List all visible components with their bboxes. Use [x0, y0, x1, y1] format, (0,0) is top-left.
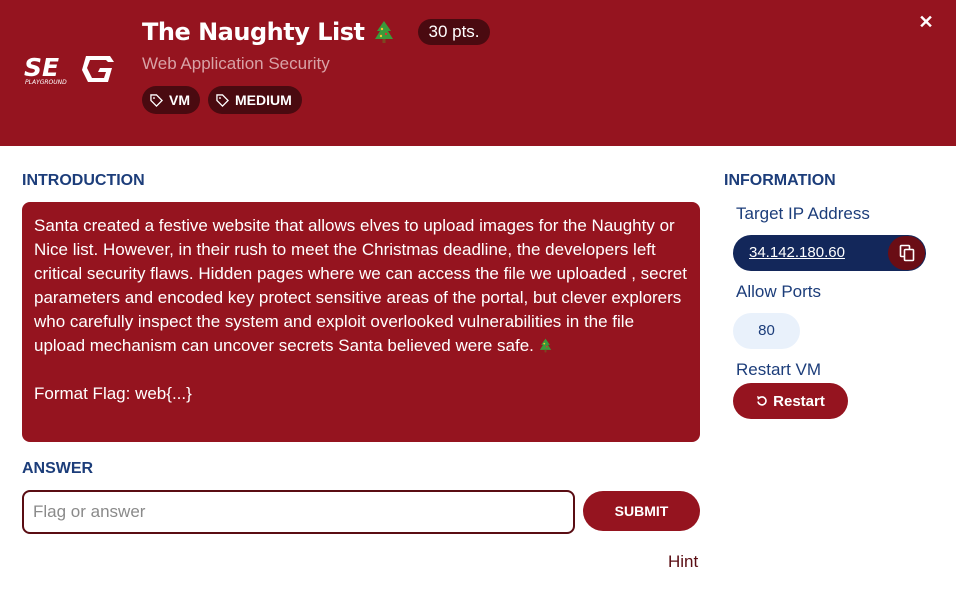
answer-heading: ANSWER [22, 460, 94, 477]
seg-logo: SE PLAYGROUND [24, 53, 114, 86]
challenge-title: The Naughty List [142, 18, 365, 46]
port-badge: 80 [733, 313, 800, 349]
introduction-text: Santa created a festive website that all… [34, 216, 692, 355]
introduction-heading: INTRODUCTION [22, 172, 145, 189]
title-row: The Naughty List 30 pts. [142, 18, 490, 46]
target-ip-label: Target IP Address [736, 204, 870, 223]
tag-list: VM MEDIUM [142, 86, 302, 114]
challenge-header: SE PLAYGROUND The Naughty List 30 pts. W… [0, 0, 956, 146]
hint-link[interactable]: Hint [668, 552, 698, 572]
challenge-category: Web Application Security [142, 54, 330, 73]
copy-button[interactable] [888, 236, 925, 270]
svg-text:PLAYGROUND: PLAYGROUND [25, 79, 67, 86]
restart-icon [757, 396, 767, 406]
answer-input[interactable] [22, 490, 575, 534]
tag-label: VM [169, 92, 190, 108]
tag-label: MEDIUM [235, 92, 292, 108]
target-ip-pill: 34.142.180.60 [733, 235, 926, 271]
christmas-tree-icon [375, 21, 394, 43]
points-badge: 30 pts. [418, 19, 490, 45]
tag-icon [216, 93, 229, 107]
flag-format: Format Flag: web{...} [34, 384, 192, 403]
tag-icon [150, 93, 163, 107]
submit-button[interactable]: SUBMIT [583, 491, 700, 531]
close-icon[interactable]: ✕ [916, 12, 936, 32]
svg-text:SE: SE [24, 53, 59, 82]
copy-icon [899, 244, 914, 262]
restart-button[interactable]: Restart [733, 383, 848, 419]
christmas-tree-icon [539, 338, 551, 353]
restart-vm-label: Restart VM [736, 360, 822, 379]
allow-ports-label: Allow Ports [736, 282, 822, 301]
information-heading: INFORMATION [724, 172, 836, 189]
restart-button-label: Restart [773, 392, 825, 410]
target-ip-link[interactable]: 34.142.180.60 [749, 244, 845, 261]
tag-vm: VM [142, 86, 200, 114]
tag-difficulty: MEDIUM [208, 86, 302, 114]
introduction-box: Santa created a festive website that all… [22, 202, 700, 442]
